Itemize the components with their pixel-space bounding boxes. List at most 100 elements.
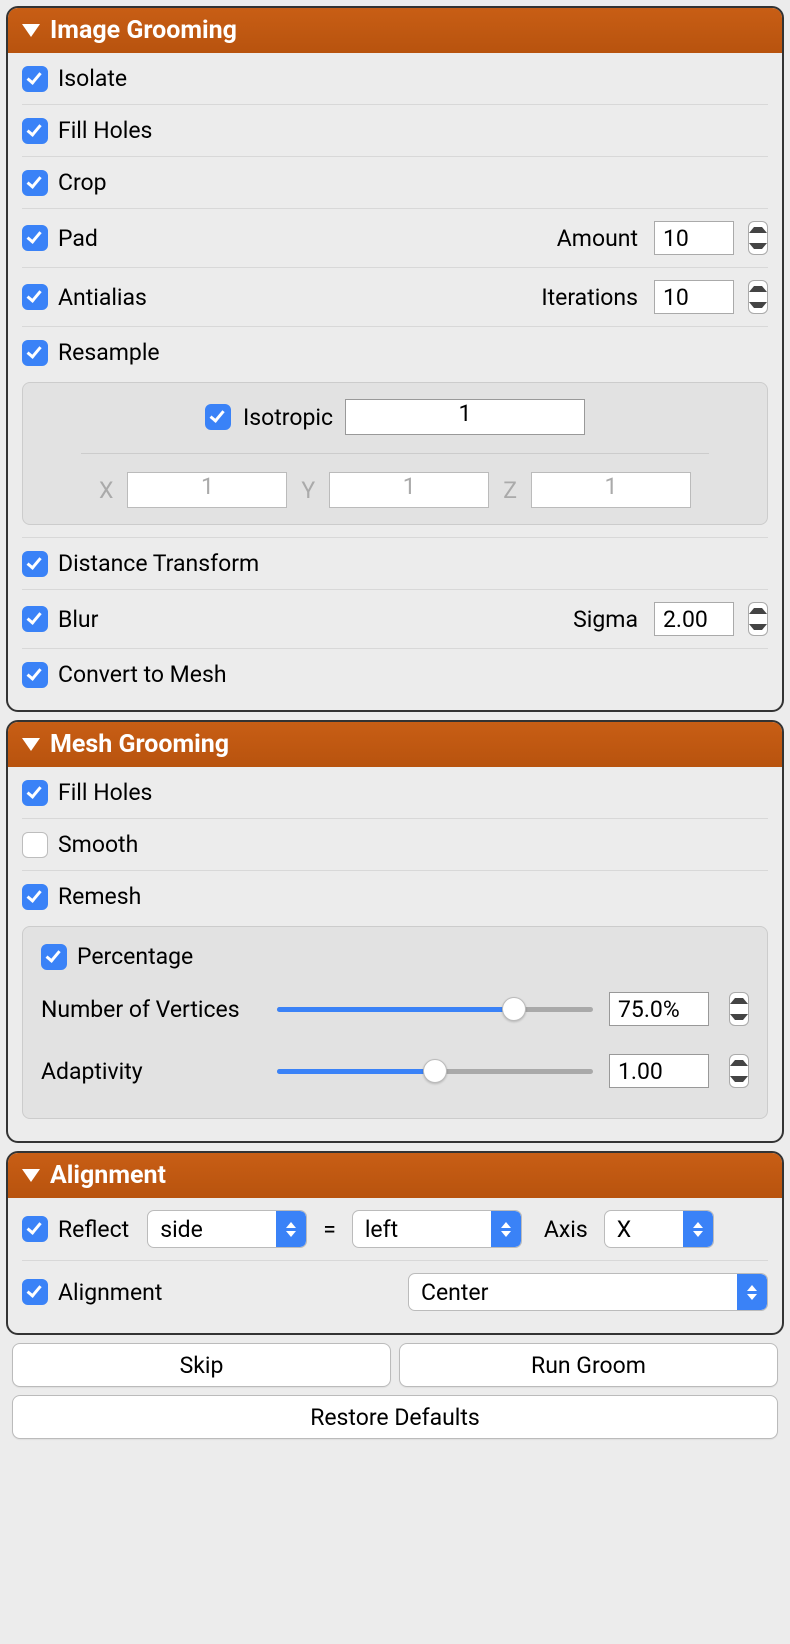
image-grooming-body: Isolate Fill Holes Crop Pad Amount 10 An… <box>8 53 782 710</box>
remesh-checkbox[interactable] <box>22 884 48 910</box>
distance-transform-checkbox[interactable] <box>22 551 48 577</box>
resample-row: Resample Isotropic 1 X 1 Y 1 Z 1 <box>22 327 768 538</box>
mesh-grooming-header[interactable]: Mesh Grooming <box>8 722 782 767</box>
check-icon <box>27 609 42 625</box>
chevron-down-icon <box>730 1076 748 1082</box>
reflect-checkbox[interactable] <box>22 1216 48 1242</box>
antialias-row: Antialias Iterations 10 <box>22 268 768 327</box>
z-label: Z <box>503 477 517 504</box>
y-label: Y <box>301 477 315 504</box>
percentage-checkbox[interactable] <box>41 944 67 970</box>
align-checkbox[interactable] <box>22 1279 48 1305</box>
blur-sigma-label: Sigma <box>573 606 638 633</box>
crop-checkbox[interactable] <box>22 170 48 196</box>
image-grooming-panel: Image Grooming Isolate Fill Holes Crop P… <box>6 6 784 712</box>
vertices-label: Number of Vertices <box>41 996 261 1023</box>
select-caret-icon <box>737 1274 767 1310</box>
mesh-fillholes-checkbox[interactable] <box>22 780 48 806</box>
restore-defaults-button[interactable]: Restore Defaults <box>12 1395 778 1439</box>
x-label: X <box>99 477 113 504</box>
resample-checkbox[interactable] <box>22 340 48 366</box>
x-input[interactable]: 1 <box>127 472 287 508</box>
reflect-label: Reflect <box>58 1216 129 1243</box>
smooth-checkbox[interactable] <box>22 832 48 858</box>
image-grooming-header[interactable]: Image Grooming <box>8 8 782 53</box>
pad-amount-input[interactable]: 10 <box>654 221 734 255</box>
blur-row: Blur Sigma 2.00 <box>22 590 768 649</box>
antialias-iter-label: Iterations <box>541 284 638 311</box>
blur-sigma-input[interactable]: 2.00 <box>654 602 734 636</box>
reflect-row: Reflect side = left Axis X <box>22 1198 768 1261</box>
check-icon <box>27 287 42 303</box>
alignment-body: Reflect side = left Axis X Alignment Cen… <box>8 1198 782 1333</box>
pad-checkbox[interactable] <box>22 225 48 251</box>
adaptivity-value[interactable]: 1.00 <box>609 1054 709 1088</box>
align-row: Alignment Center <box>22 1261 768 1323</box>
fillholes-checkbox[interactable] <box>22 118 48 144</box>
blur-label: Blur <box>58 606 98 633</box>
convert-mesh-checkbox[interactable] <box>22 662 48 688</box>
chevron-down-icon <box>749 624 767 630</box>
convert-mesh-row: Convert to Mesh <box>22 649 768 700</box>
mesh-grooming-title: Mesh Grooming <box>50 730 229 759</box>
vertices-slider[interactable] <box>277 994 593 1024</box>
run-groom-button[interactable]: Run Groom <box>399 1343 778 1387</box>
crop-row: Crop <box>22 157 768 209</box>
reflect-axis-select[interactable]: X <box>604 1210 714 1248</box>
isotropic-input[interactable]: 1 <box>345 399 585 435</box>
antialias-iter-stepper[interactable] <box>748 280 768 314</box>
adaptivity-row: Adaptivity 1.00 <box>41 1040 749 1102</box>
chevron-down-icon <box>730 1014 748 1020</box>
distance-transform-label: Distance Transform <box>58 550 259 577</box>
z-input[interactable]: 1 <box>531 472 691 508</box>
align-label: Alignment <box>58 1279 162 1306</box>
chevron-up-icon <box>730 1060 748 1066</box>
blur-sigma-stepper[interactable] <box>748 602 768 636</box>
pad-amount-stepper[interactable] <box>748 221 768 255</box>
resample-label: Resample <box>58 339 160 366</box>
remesh-subpanel: Percentage Number of Vertices 75.0% Adap… <box>22 926 768 1119</box>
antialias-checkbox[interactable] <box>22 284 48 310</box>
adaptivity-stepper[interactable] <box>729 1054 749 1088</box>
pad-amount-label: Amount <box>557 225 638 252</box>
blur-checkbox[interactable] <box>22 606 48 632</box>
remesh-row: Remesh Percentage Number of Vertices 75.… <box>22 871 768 1131</box>
reflect-side-select[interactable]: side <box>147 1210 307 1248</box>
vertices-value[interactable]: 75.0% <box>609 992 709 1026</box>
percentage-label: Percentage <box>77 943 193 970</box>
pad-label: Pad <box>58 225 98 252</box>
antialias-iter-input[interactable]: 10 <box>654 280 734 314</box>
mesh-grooming-body: Fill Holes Smooth Remesh Percentage Numb… <box>8 767 782 1141</box>
y-input[interactable]: 1 <box>329 472 489 508</box>
chevron-up-icon <box>749 286 767 292</box>
chevron-up-icon <box>749 227 767 233</box>
pad-row: Pad Amount 10 <box>22 209 768 268</box>
skip-button[interactable]: Skip <box>12 1343 391 1387</box>
resample-subpanel: Isotropic 1 X 1 Y 1 Z 1 <box>22 382 768 525</box>
reflect-side-value: side <box>160 1216 276 1243</box>
check-icon <box>27 1282 42 1298</box>
adaptivity-slider[interactable] <box>277 1056 593 1086</box>
isolate-row: Isolate <box>22 53 768 105</box>
select-caret-icon <box>276 1211 306 1247</box>
vertices-stepper[interactable] <box>729 992 749 1026</box>
crop-label: Crop <box>58 169 107 196</box>
fillholes-row: Fill Holes <box>22 105 768 157</box>
check-icon <box>27 121 42 137</box>
mesh-fillholes-label: Fill Holes <box>58 779 152 806</box>
alignment-panel: Alignment Reflect side = left Axis X Ali… <box>6 1151 784 1335</box>
reflect-left-select[interactable]: left <box>352 1210 522 1248</box>
chevron-up-icon <box>749 608 767 614</box>
mesh-fillholes-row: Fill Holes <box>22 767 768 819</box>
reflect-axis-value: X <box>617 1216 683 1243</box>
alignment-header[interactable]: Alignment <box>8 1153 782 1198</box>
image-grooming-title: Image Grooming <box>50 16 237 45</box>
reflect-eq: = <box>323 1216 336 1243</box>
check-icon <box>27 783 42 799</box>
isotropic-checkbox[interactable] <box>205 404 231 430</box>
chevron-up-icon <box>730 998 748 1004</box>
align-select[interactable]: Center <box>408 1273 768 1311</box>
adaptivity-label: Adaptivity <box>41 1058 261 1085</box>
isolate-checkbox[interactable] <box>22 66 48 92</box>
disclosure-icon <box>22 1169 40 1182</box>
